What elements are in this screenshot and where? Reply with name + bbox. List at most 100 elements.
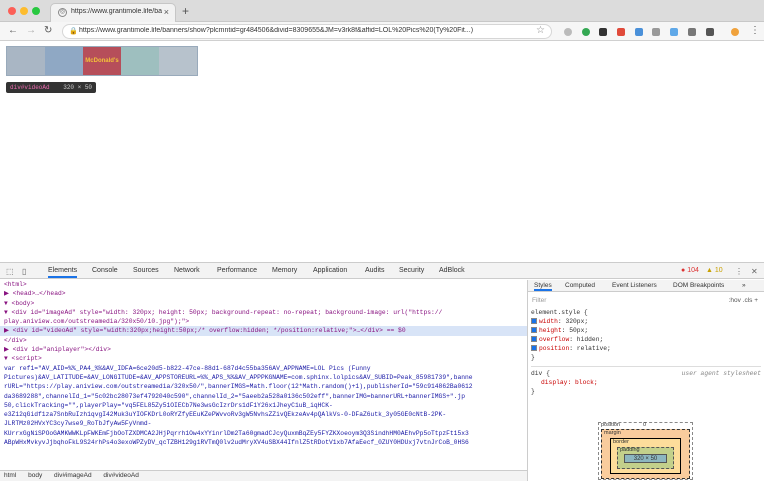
extension-icon[interactable] <box>617 28 625 36</box>
banner-image <box>121 47 159 75</box>
dom-line[interactable]: 50,clickTracking="",playerPlay="vq5FEL85… <box>0 401 527 410</box>
warning-count: 10 <box>714 267 723 274</box>
breadcrumb-item[interactable]: body <box>28 472 42 479</box>
extension-icon[interactable] <box>688 28 696 36</box>
tab-console[interactable]: Console <box>92 267 118 274</box>
property-checkbox[interactable] <box>531 327 537 334</box>
tab-memory[interactable]: Memory <box>272 267 297 274</box>
extension-icon[interactable] <box>582 28 590 36</box>
minimize-window-button[interactable] <box>20 7 28 15</box>
extension-icon[interactable] <box>599 28 607 36</box>
address-bar[interactable]: 🔒 https://www.grantimole.life/banners/sh… <box>62 24 552 39</box>
rule-close: } <box>531 388 535 395</box>
styles-sidebar: Styles Computed Event Listeners DOM Brea… <box>527 280 764 481</box>
dom-line[interactable]: KUrrxGgNiSPOoGAMKWWKLpFWKEmFjbOoTZXDMCA2… <box>0 429 527 438</box>
maximize-window-button[interactable] <box>32 7 40 15</box>
devtools-menu-icon[interactable]: ⋮ <box>735 267 743 276</box>
banner-ad[interactable]: McDonald's <box>6 46 198 76</box>
tab-dom-breakpoints[interactable]: DOM Breakpoints <box>673 282 724 289</box>
devtools-tabbar: ⬚ ▯ Elements Console Sources Network Per… <box>0 263 764 279</box>
style-property[interactable]: height: 50px; <box>531 326 761 335</box>
extension-icon[interactable] <box>652 28 660 36</box>
tab-elements[interactable]: Elements <box>48 267 78 278</box>
avatar[interactable] <box>731 28 739 36</box>
dom-line[interactable]: ▼ <div id="imageAd" style="width: 320px;… <box>0 308 527 317</box>
reload-icon[interactable]: ↻ <box>44 25 52 36</box>
tab-application[interactable]: Application <box>313 267 347 274</box>
tab-security[interactable]: Security <box>399 267 424 274</box>
inspect-icon[interactable]: ⬚ <box>6 267 14 276</box>
dom-line[interactable]: JLRTMz02HVxYC3cy7wse9_RoTbJfyAw5FyVnmd- <box>0 419 527 428</box>
dom-line[interactable]: <html> <box>0 280 527 289</box>
style-property[interactable]: width: 320px; <box>531 317 761 326</box>
extension-icon[interactable] <box>564 28 572 36</box>
style-rules: element.style { width: 320px; height: 50… <box>531 308 761 396</box>
property-checkbox[interactable] <box>531 318 537 325</box>
style-property[interactable]: position: relative; <box>531 344 761 353</box>
dom-line[interactable]: play.aniview.com/outstreamedia/320x50/10… <box>0 317 527 326</box>
device-toolbar-icon[interactable]: ▯ <box>22 267 26 276</box>
close-devtools-icon[interactable]: ✕ <box>751 267 758 276</box>
close-tab-icon[interactable]: × <box>164 7 169 17</box>
dom-line[interactable]: ▼ <script> <box>0 354 527 363</box>
browser-toolbar: ← → ↻ 🔒 https://www.grantimole.life/bann… <box>0 22 764 41</box>
dom-line[interactable]: ▶ <div id="videoAd" style="width:320px;h… <box>0 326 527 336</box>
dom-line[interactable]: rURL="https://play.aniview.com/outstream… <box>0 382 527 391</box>
style-property[interactable]: overflow: hidden; <box>531 335 761 344</box>
tab-network[interactable]: Network <box>174 267 200 274</box>
browser-tab[interactable]: ◎ https://www.grantimole.life/ba × <box>50 3 176 22</box>
menu-icon[interactable]: ⋮ <box>750 25 760 36</box>
banner-image <box>7 47 45 75</box>
divider <box>531 366 761 367</box>
error-count-badge[interactable]: ● 104 <box>681 267 699 274</box>
element-inspect-tooltip: div#videoAd 320 × 50 <box>6 82 97 93</box>
breadcrumb-item[interactable]: html <box>4 472 16 479</box>
breadcrumb-item[interactable]: div#imageAd <box>54 472 92 479</box>
tab-adblock[interactable]: AdBlock <box>439 267 465 274</box>
property-checkbox[interactable] <box>531 336 537 343</box>
dom-line[interactable]: da3689288",channelId_1="5c02bc28073ef479… <box>0 392 527 401</box>
devtools-panel: ⬚ ▯ Elements Console Sources Network Per… <box>0 262 764 481</box>
tab-audits[interactable]: Audits <box>365 267 384 274</box>
tab-title: https://www.grantimole.life/ba <box>71 8 163 15</box>
dom-line[interactable]: ▶ <head>…</head> <box>0 289 527 298</box>
banner-image <box>159 47 197 75</box>
bookmark-star-icon[interactable]: ☆ <box>536 25 545 36</box>
breadcrumb-item[interactable]: div#videoAd <box>103 472 138 479</box>
back-icon[interactable]: ← <box>8 25 18 36</box>
dom-tree[interactable]: <html> ▶ <head>…</head> ▼ <body> ▼ <div id… <box>0 280 527 470</box>
element-style-selector: element.style { <box>531 309 588 316</box>
forward-icon[interactable]: → <box>26 25 36 36</box>
dom-line[interactable]: </div> <box>0 336 527 345</box>
new-tab-button[interactable]: + <box>182 4 189 18</box>
ua-property: display: block; <box>541 379 598 386</box>
ua-rule: div {user agent stylesheet <box>531 370 761 377</box>
tab-performance[interactable]: Performance <box>217 267 257 274</box>
box-model-position-value: 0 <box>643 422 647 428</box>
close-window-button[interactable] <box>8 7 16 15</box>
warning-count-badge[interactable]: ▲ 10 <box>706 267 723 274</box>
window-titlebar: ◎ https://www.grantimole.life/ba × + <box>0 0 764 22</box>
box-model-padding: padding 320 × 50 <box>617 447 674 469</box>
dom-line[interactable]: ABpWHxMvkyvJjbqhoFkL9S24rhPs4o3exoWPZyDV… <box>0 438 527 447</box>
property-checkbox[interactable] <box>531 345 537 352</box>
extension-icon[interactable] <box>706 28 714 36</box>
styles-filter-input[interactable]: Filter <box>532 297 546 304</box>
dom-line[interactable]: ▶ <div id="aniplayer"></div> <box>0 345 527 354</box>
tab-sources[interactable]: Sources <box>133 267 159 274</box>
globe-icon: ◎ <box>58 8 67 17</box>
dom-line[interactable]: var ref1="AV_AID=%%_PA4_%%&AV_IDFA=6ce20… <box>0 364 527 373</box>
tab-styles[interactable]: Styles <box>534 282 552 291</box>
dom-line[interactable]: ▼ <body> <box>0 299 527 308</box>
tab-computed[interactable]: Computed <box>565 282 595 289</box>
banner-image <box>45 47 83 75</box>
extension-icon[interactable] <box>670 28 678 36</box>
hov-cls-toggles[interactable]: :hov .cls + <box>729 297 758 304</box>
tab-event-listeners[interactable]: Event Listeners <box>612 282 657 289</box>
more-tabs-icon[interactable]: » <box>742 282 746 289</box>
dom-line[interactable]: Pictures)&AV_LATITUDE=&AV_LONGITUDE=&AV_… <box>0 373 527 382</box>
extension-icon[interactable] <box>635 28 643 36</box>
box-model-position-label: position <box>601 422 620 428</box>
dom-line[interactable]: e3Z12qGidf1za7SnbRuIzh1qvgI42Muk3uYIOFKD… <box>0 410 527 419</box>
box-model-margin: margin border padding 320 × 50 <box>601 429 690 479</box>
